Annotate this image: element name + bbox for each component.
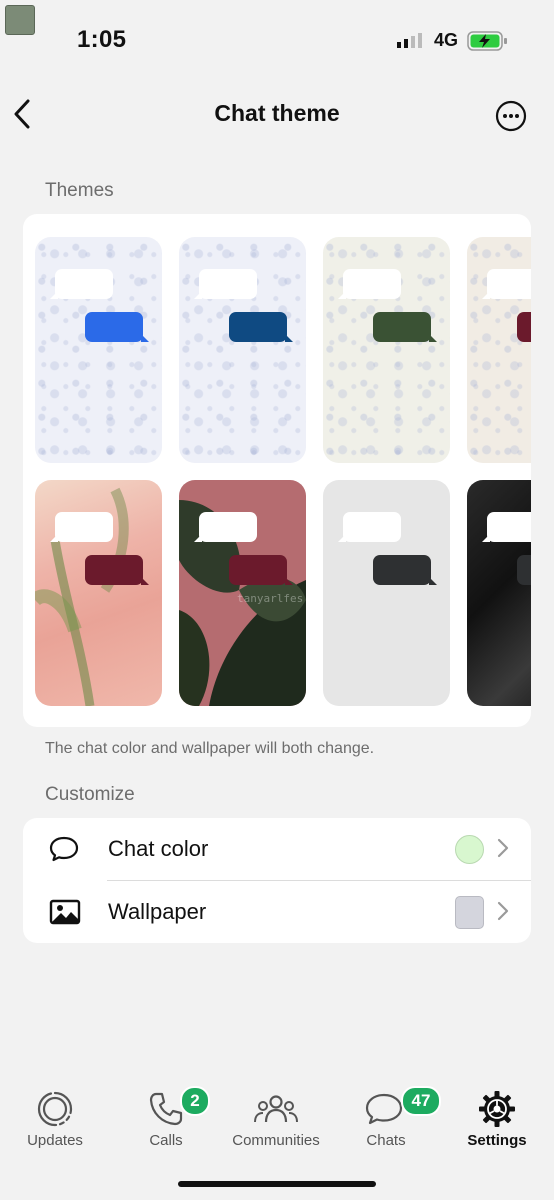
incoming-bubble	[482, 269, 531, 299]
customize-section-label: Customize	[45, 784, 135, 805]
image-icon	[49, 899, 81, 925]
wallpaper-row[interactable]: Wallpaper	[23, 881, 531, 943]
updates-icon	[37, 1091, 73, 1127]
home-indicator	[178, 1181, 376, 1187]
communities-icon	[254, 1095, 298, 1123]
tab-chats-label: Chats	[366, 1132, 406, 1149]
chat-color-label: Chat color	[108, 836, 209, 861]
tab-communities-label: Communities	[232, 1132, 320, 1149]
themes-section-label: Themes	[45, 180, 114, 201]
incoming-bubble	[50, 269, 113, 299]
themes-caption: The chat color and wallpaper will both c…	[45, 740, 375, 757]
phone-icon	[149, 1092, 183, 1126]
chevron-right-icon	[497, 901, 509, 921]
theme-tile-2[interactable]	[179, 237, 306, 463]
tab-calls-label: Calls	[149, 1132, 183, 1149]
outgoing-bubble	[517, 555, 531, 585]
page-title: Chat theme	[214, 100, 340, 126]
theme-tile-3[interactable]	[323, 237, 450, 463]
incoming-bubble	[50, 512, 113, 542]
network-type: 4G	[434, 30, 459, 50]
tab-settings-label: Settings	[467, 1132, 527, 1149]
more-options-button[interactable]	[495, 100, 527, 132]
customize-card: Chat color Wallpaper	[23, 818, 531, 943]
outgoing-bubble	[517, 312, 531, 342]
calls-badge: 2	[180, 1086, 210, 1116]
theme-tile-1[interactable]	[35, 237, 162, 463]
app-notification-icon	[5, 5, 35, 35]
tab-settings[interactable]: Settings	[447, 1090, 547, 1149]
incoming-bubble	[194, 512, 257, 542]
tab-communities[interactable]: Communities	[226, 1090, 326, 1149]
incoming-bubble	[194, 269, 257, 299]
theme-tile-7[interactable]	[323, 480, 450, 706]
outgoing-bubble	[373, 555, 437, 585]
speech-bubble-icon	[49, 836, 79, 862]
outgoing-bubble	[373, 312, 437, 342]
theme-tile-6[interactable]: tanyarlfes	[179, 480, 306, 706]
tab-updates-label: Updates	[27, 1132, 83, 1149]
outgoing-bubble	[85, 555, 149, 585]
battery-charging-icon	[467, 31, 507, 51]
chat-color-swatch	[455, 835, 484, 864]
outgoing-bubble	[229, 555, 293, 585]
settings-gear-icon	[479, 1091, 515, 1127]
status-time: 1:05	[77, 26, 127, 53]
tab-updates[interactable]: Updates	[5, 1090, 105, 1149]
incoming-bubble	[338, 512, 401, 542]
themes-card: tanyarlfes	[23, 214, 531, 727]
wallpaper-swatch	[455, 896, 484, 929]
outgoing-bubble	[85, 312, 149, 342]
incoming-bubble	[482, 512, 531, 542]
theme-tile-4[interactable]	[467, 237, 531, 463]
theme-tile-8[interactable]	[467, 480, 531, 706]
incoming-bubble	[338, 269, 401, 299]
outgoing-bubble	[229, 312, 293, 342]
chat-color-row[interactable]: Chat color	[23, 818, 531, 880]
theme-tile-5[interactable]	[35, 480, 162, 706]
watermark-text: tanyarlfes	[237, 592, 304, 605]
chevron-right-icon	[497, 838, 509, 858]
cellular-signal-icon	[397, 33, 422, 48]
chats-badge: 47	[401, 1086, 441, 1116]
wallpaper-label: Wallpaper	[108, 899, 207, 924]
